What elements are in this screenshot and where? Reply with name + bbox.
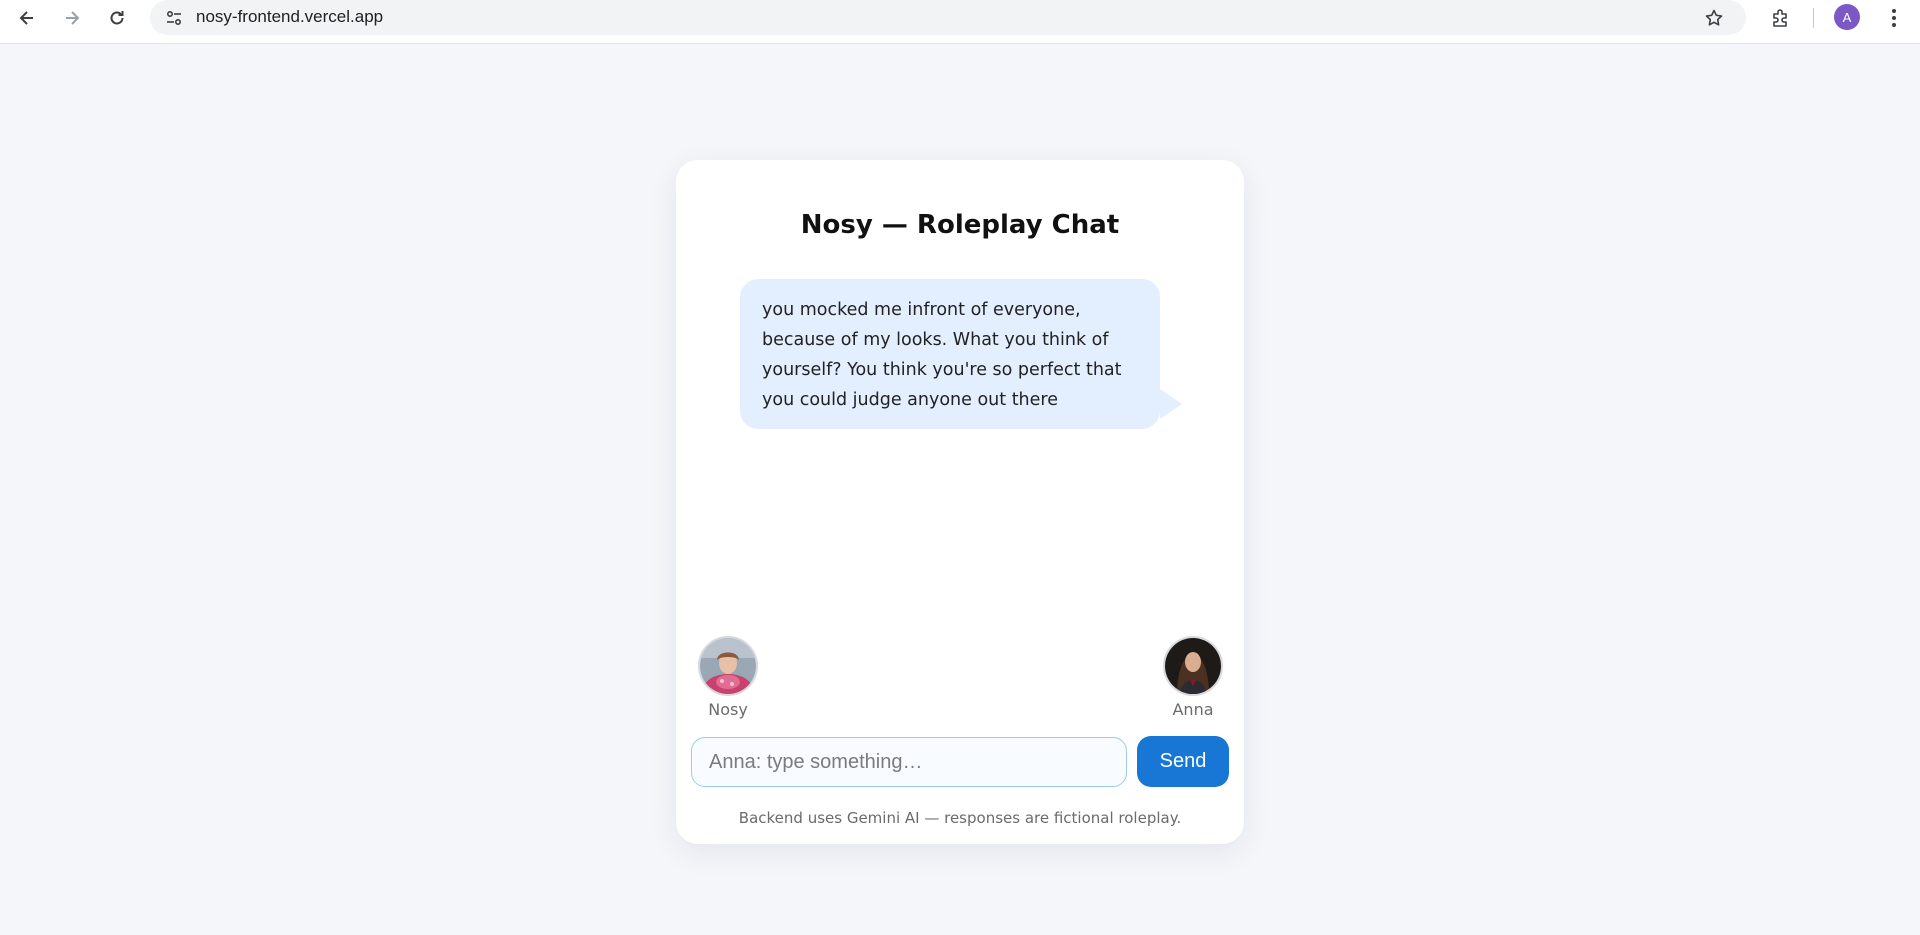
forward-arrow-icon[interactable] bbox=[58, 4, 86, 32]
profile-avatar[interactable]: A bbox=[1834, 4, 1860, 30]
extensions-icon[interactable] bbox=[1766, 3, 1796, 33]
back-arrow-icon[interactable] bbox=[13, 4, 41, 32]
footer-note: Backend uses Gemini AI — responses are f… bbox=[738, 809, 1182, 827]
participant-anna: Anna bbox=[1163, 636, 1223, 719]
address-bar[interactable]: nosy-frontend.vercel.app bbox=[150, 0, 1746, 35]
page-title: Nosy — Roleplay Chat bbox=[800, 210, 1120, 240]
toolbar-divider bbox=[1813, 8, 1814, 28]
more-menu-icon[interactable] bbox=[1880, 3, 1908, 33]
bubble-tail bbox=[1160, 389, 1182, 419]
avatar-name-left: Nosy bbox=[708, 700, 748, 719]
site-settings-icon[interactable] bbox=[162, 6, 186, 30]
star-icon[interactable] bbox=[1700, 4, 1728, 32]
browser-toolbar: nosy-frontend.vercel.app A bbox=[0, 0, 1920, 44]
message-input[interactable] bbox=[691, 737, 1127, 787]
chat-card: Nosy — Roleplay Chat you mocked me infro… bbox=[676, 160, 1244, 844]
avatar bbox=[698, 636, 758, 696]
url-text[interactable]: nosy-frontend.vercel.app bbox=[196, 7, 383, 27]
reload-icon[interactable] bbox=[103, 4, 131, 32]
participant-nosy: Nosy bbox=[698, 636, 758, 719]
chat-message-bubble: you mocked me infront of everyone, becau… bbox=[740, 279, 1160, 429]
send-button[interactable]: Send bbox=[1137, 736, 1229, 787]
avatar bbox=[1163, 636, 1223, 696]
avatar-name-right: Anna bbox=[1172, 700, 1214, 719]
